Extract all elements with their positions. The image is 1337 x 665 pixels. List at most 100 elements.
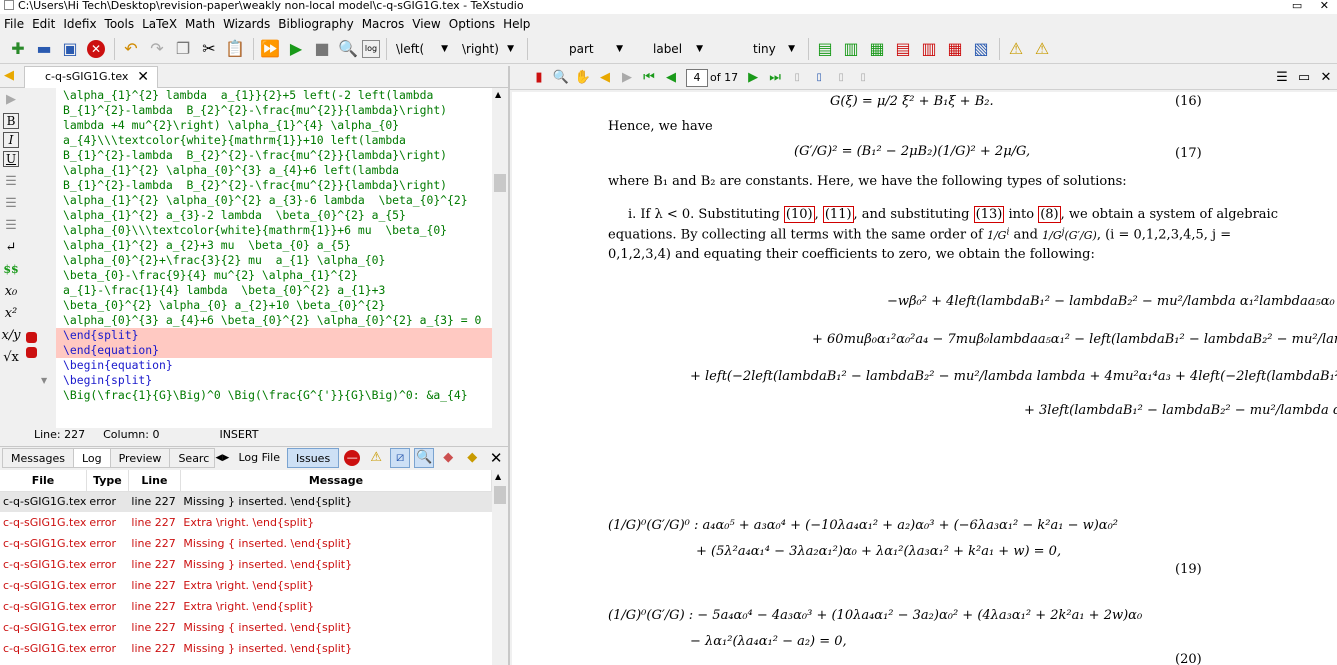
menu-lines-icon[interactable]: ☰ xyxy=(1271,67,1293,89)
menu-file[interactable]: File xyxy=(4,17,32,31)
table-align-icon[interactable]: ▦ xyxy=(865,37,889,61)
table-pad-icon[interactable]: ▧ xyxy=(969,37,993,61)
back-arrow-icon[interactable]: ◀ xyxy=(4,68,14,83)
view-pdf-icon[interactable]: 🔍 xyxy=(336,37,360,61)
page-number-input[interactable]: 4 xyxy=(686,68,708,87)
stop-icon[interactable]: ■ xyxy=(310,37,334,61)
table-remove-column-icon[interactable]: ▥ xyxy=(917,37,941,61)
log-scrollbar[interactable]: ▲ xyxy=(492,470,508,665)
previous-page-icon[interactable]: ◀ xyxy=(660,67,682,89)
view-log-icon[interactable]: log xyxy=(362,39,380,58)
table-row[interactable]: c-q-sGIG1G.tex error line 227 Missing } ins… xyxy=(0,491,492,512)
align-center-icon[interactable]: ☰ xyxy=(0,192,22,214)
reference-combo[interactable]: label ▼ xyxy=(632,38,708,60)
table-cut-column-icon[interactable]: ▦ xyxy=(943,37,967,61)
warning-alt-icon[interactable]: ⚠ xyxy=(1030,37,1054,61)
subscript-icon[interactable]: x₀ xyxy=(0,280,22,302)
back-icon[interactable]: ◀ xyxy=(594,67,616,89)
table-row[interactable]: c-q-sGIG1G.tex error line 227 Missing { ins… xyxy=(0,617,492,638)
forward-icon[interactable]: ▶ xyxy=(616,67,638,89)
pdf-icon[interactable]: ▮ xyxy=(528,67,550,89)
equation-ref-8[interactable]: (8) xyxy=(1038,206,1061,223)
right-delimiter-combo[interactable]: \right) ▼ xyxy=(457,38,519,60)
issues-button[interactable]: Issues xyxy=(287,447,340,468)
align-right-icon[interactable]: ☰ xyxy=(0,214,22,236)
table-row[interactable]: c-q-sGIG1G.tex error line 227 Missing } ins… xyxy=(0,638,492,659)
menu-math[interactable]: Math xyxy=(185,17,223,31)
new-file-icon[interactable]: ✚ xyxy=(6,37,30,61)
next-page-icon[interactable]: ▶ xyxy=(742,67,764,89)
table-row[interactable]: c-q-sGIG1G.tex error line 227 Missing } ins… xyxy=(0,554,492,575)
editor-scroll-thumb[interactable] xyxy=(494,174,506,192)
panel-splitter[interactable] xyxy=(508,66,510,665)
equation-ref-13[interactable]: (13) xyxy=(973,206,1005,223)
bold-icon[interactable]: B xyxy=(3,113,19,129)
column-header-type[interactable]: Type xyxy=(86,470,129,492)
chevron-up-icon[interactable]: ▲ xyxy=(495,90,501,99)
pdf-viewer[interactable]: G(ξ) = μ/2 ξ² + B₁ξ + B₂. (16) Hence, we… xyxy=(512,92,1337,665)
menu-latex[interactable]: LaTeX xyxy=(142,17,185,31)
left-delimiter-combo[interactable]: \left(▼ xyxy=(391,38,453,60)
log-scroll-thumb[interactable] xyxy=(494,486,506,504)
fold-arrow-icon[interactable]: ▼ xyxy=(41,376,47,385)
paste-icon[interactable]: 📋 xyxy=(223,37,247,61)
underline-icon[interactable]: U xyxy=(3,151,19,167)
window-controls[interactable]: ▭ ✕ xyxy=(1292,0,1329,12)
continuous-icon[interactable]: ▯ xyxy=(852,67,874,89)
compile-icon[interactable]: ▶ xyxy=(284,37,308,61)
menu-help[interactable]: Help xyxy=(503,17,538,31)
last-page-icon[interactable]: ⏭ xyxy=(764,67,786,89)
log-file-button[interactable]: Log File xyxy=(230,448,288,468)
next-issue-icon[interactable]: ◆ xyxy=(462,448,482,468)
tab-search[interactable]: Searc xyxy=(169,447,216,468)
menu-macros[interactable]: Macros xyxy=(362,17,413,31)
column-header-file[interactable]: File xyxy=(0,470,87,492)
superscript-icon[interactable]: x² xyxy=(0,302,22,324)
close-icon[interactable]: ✕ xyxy=(486,448,506,468)
column-header-line[interactable]: Line xyxy=(128,470,181,492)
code-editor[interactable]: \alpha_{1}^{2} lambda a_{1}}{2}+5 left(-… xyxy=(56,88,492,428)
menu-wizards[interactable]: Wizards xyxy=(223,17,278,31)
size-combo[interactable]: tiny ▼ xyxy=(712,38,800,60)
table-row[interactable]: c-q-sGIG1G.tex error line 227 Missing { ins… xyxy=(0,533,492,554)
chevron-up-icon[interactable]: ▲ xyxy=(495,472,501,481)
fit-page-icon[interactable]: ▯ xyxy=(830,67,852,89)
close-file-icon[interactable]: ✕ xyxy=(84,37,108,61)
editor-scrollbar[interactable]: ▲ xyxy=(492,88,508,428)
display-math-icon[interactable]: $$ xyxy=(0,258,22,280)
open-file-icon[interactable]: ▬ xyxy=(32,37,56,61)
error-filter-icon[interactable]: — xyxy=(342,448,362,468)
first-page-icon[interactable]: ⏮ xyxy=(638,67,660,89)
equation-ref-10[interactable]: (10) xyxy=(783,206,815,223)
build-view-icon[interactable]: ⏩ xyxy=(258,37,282,61)
menu-tools[interactable]: Tools xyxy=(105,17,143,31)
column-header-message[interactable]: Message xyxy=(180,470,492,492)
magnifier-icon[interactable]: 🔍 xyxy=(550,67,572,89)
redo-icon[interactable]: ↷ xyxy=(145,37,169,61)
align-left-icon[interactable]: ☰ xyxy=(0,170,22,192)
tab-scroll-arrows-icon[interactable]: ◀▶ xyxy=(214,448,230,468)
window-restore-icon[interactable]: ▭ xyxy=(1293,67,1315,89)
forward-arrow-icon[interactable]: ▶ xyxy=(0,88,22,110)
sqrt-icon[interactable]: √x xyxy=(0,346,22,368)
newline-icon[interactable]: ↵ xyxy=(0,236,22,258)
table-insert-column-icon[interactable]: ▥ xyxy=(839,37,863,61)
undo-icon[interactable]: ↶ xyxy=(119,37,143,61)
equation-ref-11[interactable]: (11) xyxy=(822,206,854,223)
table-remove-row-icon[interactable]: ▤ xyxy=(891,37,915,61)
warning-filter-icon[interactable]: ⚠ xyxy=(366,448,386,468)
fraction-icon[interactable]: x/y xyxy=(0,324,22,346)
menu-bibliography[interactable]: Bibliography xyxy=(278,17,361,31)
copy-icon[interactable]: ❐ xyxy=(171,37,195,61)
tab-preview[interactable]: Preview xyxy=(109,447,171,468)
error-marker-icon[interactable] xyxy=(26,332,37,343)
tab-log[interactable]: Log xyxy=(72,447,111,468)
close-icon[interactable]: ✕ xyxy=(137,67,149,87)
previous-issue-icon[interactable]: ◆ xyxy=(438,448,458,468)
zoom-100-icon[interactable]: ▯ xyxy=(786,67,808,89)
menu-view[interactable]: View xyxy=(412,17,448,31)
italic-icon[interactable]: I xyxy=(3,132,19,148)
cut-icon[interactable]: ✂ xyxy=(197,37,221,61)
table-insert-row-icon[interactable]: ▤ xyxy=(813,37,837,61)
menu-options[interactable]: Options xyxy=(449,17,503,31)
